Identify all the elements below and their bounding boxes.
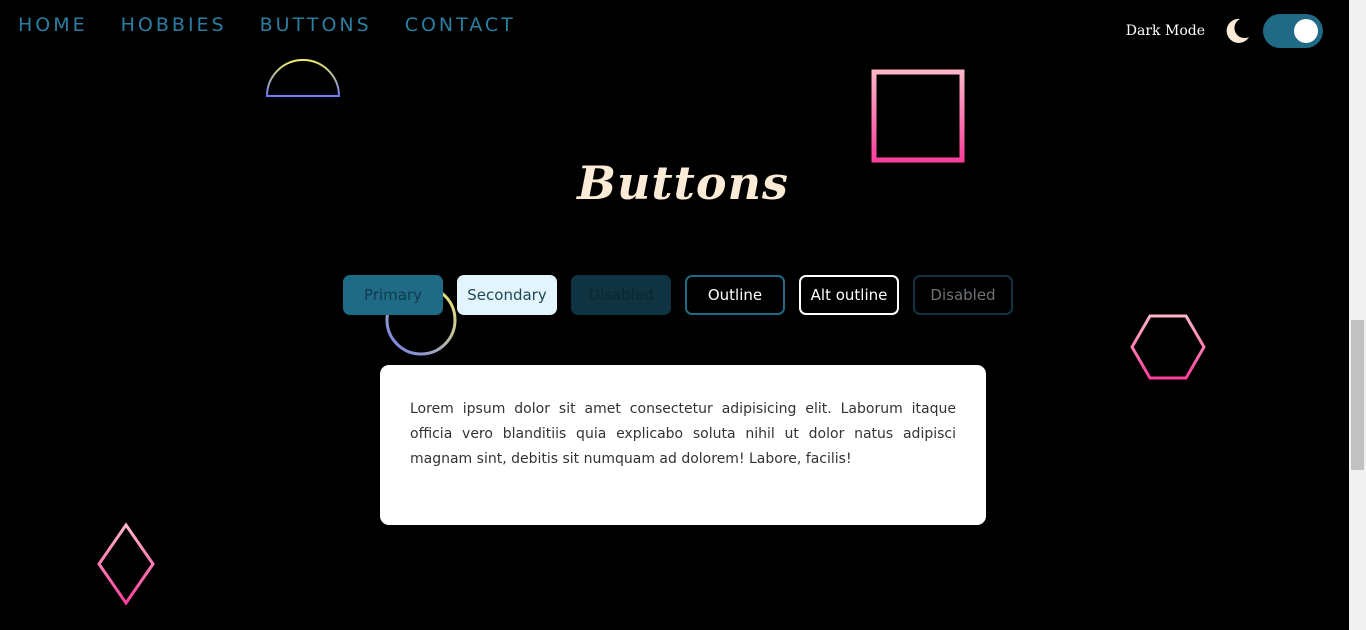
nav-contact-link[interactable]: CONTACT xyxy=(405,14,516,36)
scrollbar-thumb[interactable] xyxy=(1351,320,1364,470)
nav-hobbies-link[interactable]: HOBBIES xyxy=(121,14,227,36)
dark-mode-control: Dark Mode xyxy=(1126,14,1323,48)
page: HOME HOBBIES BUTTONS CONTACT Dark Mode B… xyxy=(0,0,1349,630)
moon-icon xyxy=(1226,18,1249,43)
outline-button[interactable]: Outline xyxy=(685,275,785,315)
disabled-outline-button: Disabled xyxy=(913,275,1013,315)
alt-outline-button[interactable]: Alt outline xyxy=(799,275,899,315)
vertical-scrollbar[interactable] xyxy=(1349,0,1366,630)
disabled-button: Disabled xyxy=(571,275,671,315)
toggle-knob xyxy=(1294,19,1318,43)
diamond-decoration xyxy=(97,522,155,606)
semicircle-decoration xyxy=(265,59,341,97)
dark-mode-label: Dark Mode xyxy=(1125,23,1205,39)
top-nav: HOME HOBBIES BUTTONS CONTACT xyxy=(18,14,549,36)
page-title: Buttons xyxy=(577,156,789,210)
buttons-row: Primary Secondary Disabled Outline Alt o… xyxy=(343,275,1027,315)
dark-mode-toggle[interactable] xyxy=(1263,14,1323,48)
secondary-button[interactable]: Secondary xyxy=(457,275,557,315)
square-decoration xyxy=(871,69,965,163)
hexagon-decoration xyxy=(1130,314,1206,380)
text-card: Lorem ipsum dolor sit amet consectetur a… xyxy=(380,365,986,525)
card-text: Lorem ipsum dolor sit amet consectetur a… xyxy=(410,401,956,467)
primary-button[interactable]: Primary xyxy=(343,275,443,315)
nav-buttons-link[interactable]: BUTTONS xyxy=(260,14,372,36)
nav-home-link[interactable]: HOME xyxy=(18,14,88,36)
